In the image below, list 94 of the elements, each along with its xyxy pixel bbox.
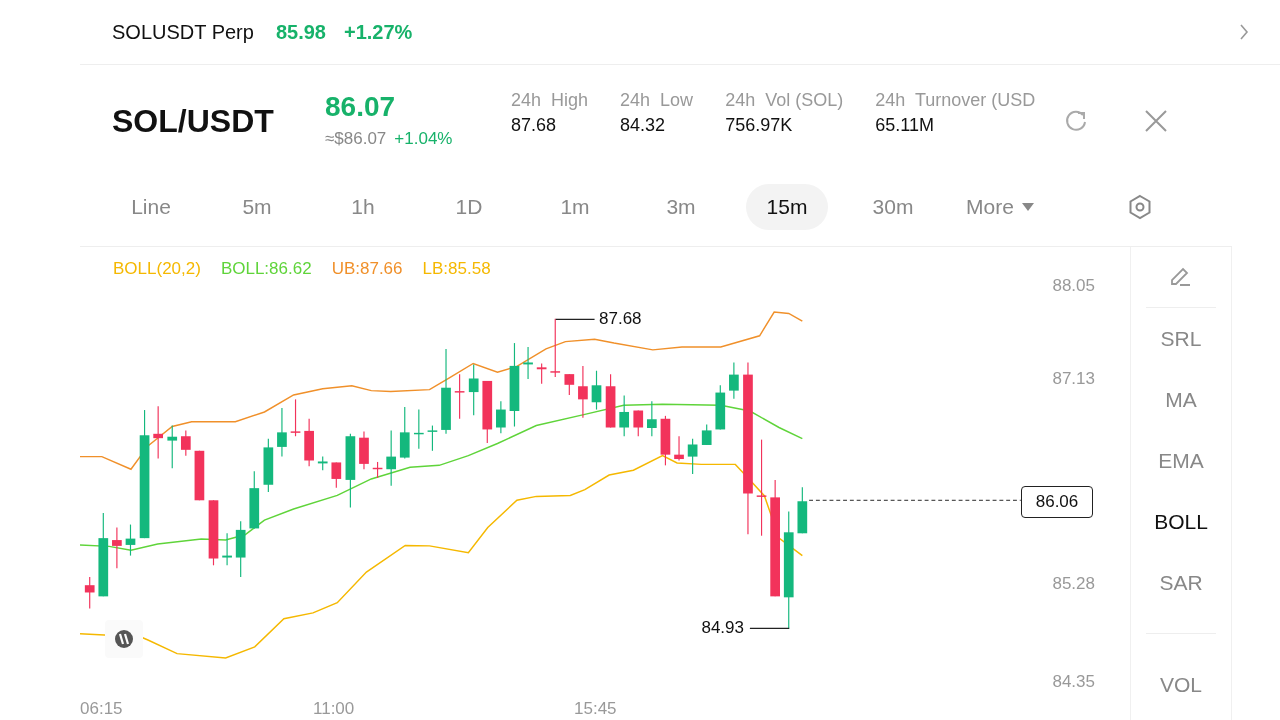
candle (687, 438, 698, 475)
leader-line (749, 627, 790, 629)
candle (125, 523, 136, 557)
axis-label: 87.13 (1052, 369, 1095, 389)
legend-item: LB:85.58 (422, 259, 491, 279)
candle (194, 450, 205, 501)
leader-line (555, 318, 596, 320)
indicator-option[interactable]: SRL (1160, 308, 1202, 369)
legend-item: BOLL:86.62 (220, 259, 312, 279)
pair-title: SOL/USDT (112, 102, 275, 140)
chevron-right-icon[interactable] (1238, 23, 1250, 41)
candle (496, 400, 506, 434)
interval-tab[interactable]: 1m (534, 184, 616, 230)
candle (153, 405, 163, 460)
candle (660, 415, 671, 466)
caret-icon (1021, 203, 1034, 211)
candle (399, 406, 410, 460)
high-price-label: 87.68 (599, 309, 642, 329)
stat-value: 84.32 (620, 115, 667, 136)
candle (263, 438, 274, 493)
candle (468, 363, 479, 416)
stat-value: 65.11M (875, 115, 935, 136)
interval-tab[interactable]: 1D (428, 184, 510, 230)
candle (317, 456, 328, 471)
candle (180, 429, 191, 457)
stat-value: 756.97K (725, 115, 794, 136)
candle (454, 373, 465, 420)
candle (277, 407, 287, 458)
indicator-option[interactable]: BOLL (1154, 491, 1208, 552)
candle (729, 361, 739, 400)
candle (797, 486, 808, 534)
axis-label: 85.28 (1052, 574, 1095, 594)
candle (249, 470, 260, 529)
candle (427, 425, 438, 452)
axis-label: 06:15 (80, 699, 123, 719)
candle (647, 400, 657, 437)
close-icon[interactable] (1143, 108, 1170, 134)
candle (619, 394, 630, 437)
interval-tab[interactable]: 3m (640, 184, 722, 230)
interval-tab[interactable]: 1h (322, 184, 404, 230)
candle (167, 425, 178, 469)
ticker-price: 85.98 (275, 20, 326, 44)
candle (701, 424, 712, 446)
candle (523, 346, 533, 380)
candle (536, 362, 547, 385)
indicator-option[interactable]: SAR (1159, 552, 1203, 613)
stat-label: 24h Vol (SOL) (725, 90, 844, 111)
candle (331, 461, 342, 489)
candle (605, 373, 616, 429)
interval-tab[interactable]: 15m (746, 184, 828, 230)
axis-label: 88.05 (1052, 276, 1095, 296)
fiat-price: ≈$86.07 (325, 129, 387, 149)
candle (633, 409, 644, 437)
axis-label: 15:45 (574, 699, 617, 719)
candle (674, 435, 684, 462)
candle (290, 398, 301, 437)
ticker-symbol: SOLUSDT Perp (112, 20, 254, 44)
interval-tab[interactable]: Line (110, 184, 192, 230)
stat-label: 24h Turnover (USD (875, 90, 1037, 111)
legend-item: UB:87.66 (331, 259, 403, 279)
candle (112, 526, 122, 569)
stat-label: 24h Low (620, 90, 694, 111)
candle (591, 370, 602, 411)
indicator-option[interactable]: EMA (1158, 430, 1204, 491)
more-dropdown[interactable]: More (966, 195, 1034, 219)
axis-label: 11:00 (313, 699, 355, 719)
price-change: +1.04% (394, 129, 453, 149)
indicator-option[interactable]: VOL (1160, 654, 1202, 715)
current-price-tag: 86.06 (1021, 486, 1093, 518)
candle (222, 532, 232, 566)
candle (372, 461, 383, 479)
candle (386, 429, 396, 487)
stat-value: 87.68 (511, 115, 558, 136)
interval-tab[interactable]: 30m (852, 184, 934, 230)
legend-item: BOLL(20,2) (113, 259, 201, 279)
stat-label: 24h High (511, 90, 589, 111)
low-price-label: 84.93 (701, 618, 744, 638)
candle (235, 520, 246, 578)
candle (359, 430, 369, 470)
candle (550, 318, 561, 378)
candle (208, 499, 219, 566)
ticker-change: +1.27% (343, 20, 413, 44)
last-price: 86.07 (325, 91, 397, 123)
axis-label: 84.35 (1052, 672, 1095, 692)
candle (564, 373, 575, 396)
logo-icon (105, 620, 143, 658)
candle (84, 576, 95, 610)
candle (304, 418, 314, 467)
interval-tab[interactable]: 5m (216, 184, 298, 230)
candle (482, 380, 493, 444)
candle (414, 408, 424, 450)
candle (715, 384, 726, 430)
indicator-option[interactable]: MA (1165, 369, 1197, 430)
candle (578, 365, 588, 419)
